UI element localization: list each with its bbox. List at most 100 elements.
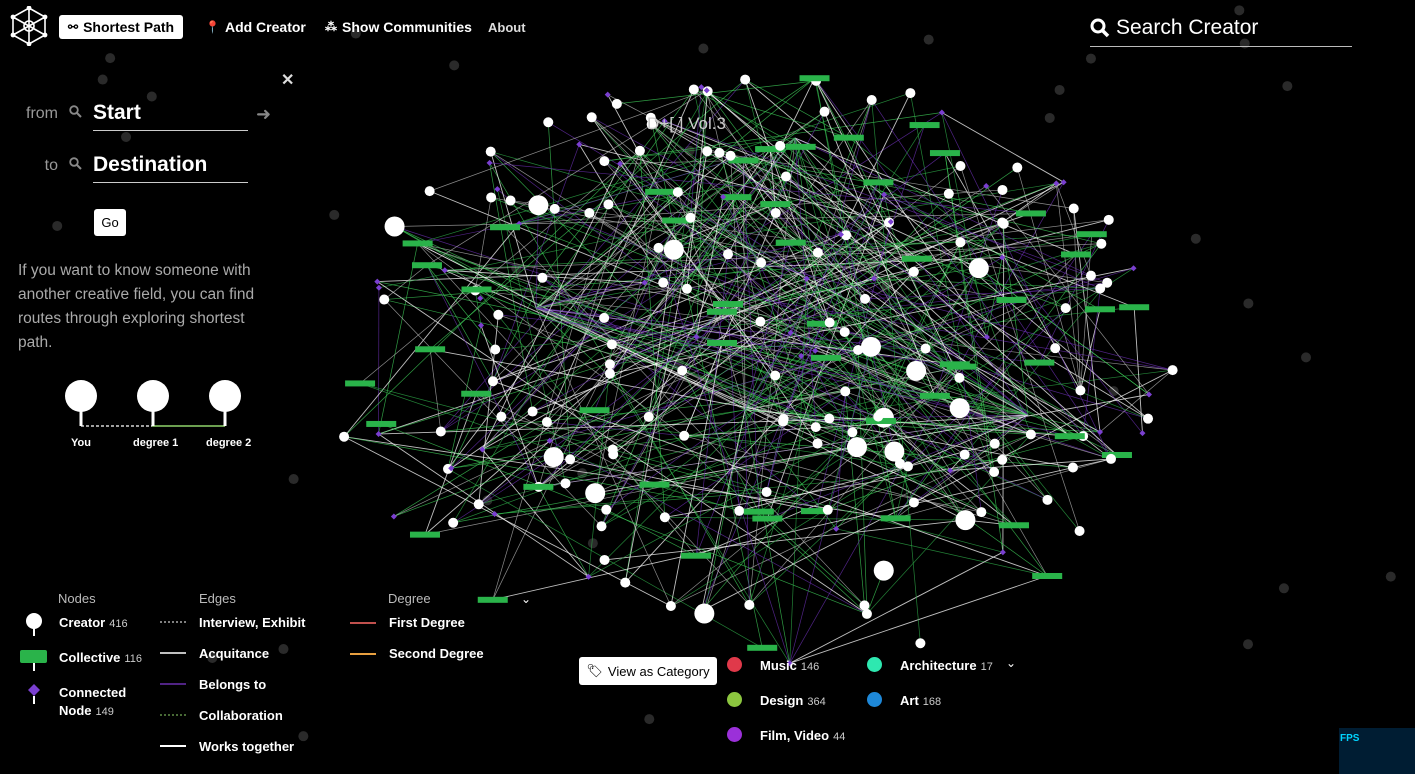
highlighted-node-label[interactable]: D+[ ] Vol.3 xyxy=(647,114,726,134)
creator-node[interactable] xyxy=(908,266,919,277)
add-creator-button[interactable]: 📍 Add Creator xyxy=(205,15,306,39)
legend-second-degree[interactable]: Second Degree xyxy=(389,646,484,661)
creator-node[interactable] xyxy=(1074,525,1085,536)
creator-node[interactable] xyxy=(596,521,607,532)
creator-node[interactable] xyxy=(839,326,850,337)
connected-node[interactable] xyxy=(938,109,945,116)
collective-node[interactable] xyxy=(1084,306,1115,313)
creator-node[interactable] xyxy=(976,507,987,518)
legend-edge-works-together[interactable]: Works together xyxy=(199,739,294,754)
creator-node[interactable] xyxy=(663,239,684,260)
creator-node[interactable] xyxy=(744,599,755,610)
creator-node[interactable] xyxy=(824,317,835,328)
creator-node[interactable] xyxy=(599,156,610,167)
go-button[interactable]: Go xyxy=(94,209,126,236)
creator-node[interactable] xyxy=(756,257,767,268)
legend-first-degree[interactable]: First Degree xyxy=(389,615,465,630)
collective-node[interactable] xyxy=(523,483,554,490)
creator-node[interactable] xyxy=(490,344,501,355)
creator-node[interactable] xyxy=(606,339,617,350)
collective-node[interactable] xyxy=(929,150,960,157)
creator-node[interactable] xyxy=(601,504,612,515)
creator-node[interactable] xyxy=(859,600,870,611)
creator-node[interactable] xyxy=(599,554,610,565)
creator-node[interactable] xyxy=(702,146,713,157)
creator-node[interactable] xyxy=(902,461,913,472)
creator-node[interactable] xyxy=(824,413,835,424)
collective-node[interactable] xyxy=(799,75,830,82)
chevron-down-icon[interactable]: ⌄ xyxy=(521,592,531,606)
creator-node[interactable] xyxy=(1103,214,1114,225)
creator-node[interactable] xyxy=(584,208,595,219)
creator-node[interactable] xyxy=(1102,277,1113,288)
collective-node[interactable] xyxy=(1024,359,1055,366)
connected-node[interactable] xyxy=(486,159,493,166)
view-as-category-button[interactable]: 🏷 View as Category xyxy=(579,657,717,685)
collective-node[interactable] xyxy=(743,508,774,515)
creator-node[interactable] xyxy=(611,98,622,109)
collective-node[interactable] xyxy=(996,296,1027,303)
collective-node[interactable] xyxy=(477,596,508,603)
creator-node[interactable] xyxy=(723,249,734,260)
creator-node[interactable] xyxy=(822,504,833,515)
creator-node[interactable] xyxy=(681,283,692,294)
shortest-path-button[interactable]: ⚯ Shortest Path xyxy=(59,15,184,39)
creator-node[interactable] xyxy=(493,309,504,320)
start-input[interactable] xyxy=(93,96,248,131)
creator-node[interactable] xyxy=(714,147,725,158)
creator-node[interactable] xyxy=(1025,429,1036,440)
creator-node[interactable] xyxy=(908,497,919,508)
creator-node[interactable] xyxy=(725,150,736,161)
creator-node[interactable] xyxy=(954,372,965,383)
collective-node[interactable] xyxy=(1061,251,1092,258)
creator-node[interactable] xyxy=(761,486,772,497)
creator-node[interactable] xyxy=(840,386,851,397)
collective-node[interactable] xyxy=(639,481,670,488)
collective-node[interactable] xyxy=(411,262,442,269)
creator-node[interactable] xyxy=(861,608,872,619)
creator-node[interactable] xyxy=(755,316,766,327)
legend-edge-collaboration[interactable]: Collaboration xyxy=(199,708,283,723)
chevron-down-icon[interactable]: ⌄ xyxy=(1006,656,1016,670)
creator-node[interactable] xyxy=(1068,203,1079,214)
legend-edge-interview[interactable]: Interview, Exhibit xyxy=(199,615,305,630)
creator-node[interactable] xyxy=(949,398,970,419)
creator-node[interactable] xyxy=(884,441,905,462)
creator-node[interactable] xyxy=(565,454,576,465)
creator-node[interactable] xyxy=(770,370,781,381)
creator-node[interactable] xyxy=(866,94,877,105)
collective-node[interactable] xyxy=(706,308,737,315)
collective-node[interactable] xyxy=(579,407,610,414)
creator-node[interactable] xyxy=(1096,238,1107,249)
creator-node[interactable] xyxy=(665,601,676,612)
creator-node[interactable] xyxy=(496,411,507,422)
creator-node[interactable] xyxy=(384,216,405,237)
creator-node[interactable] xyxy=(997,454,1008,465)
creator-node[interactable] xyxy=(620,577,631,588)
collective-node[interactable] xyxy=(366,420,397,427)
creator-node[interactable] xyxy=(696,606,707,617)
collective-node[interactable] xyxy=(880,515,911,522)
creator-node[interactable] xyxy=(688,84,699,95)
collective-node[interactable] xyxy=(490,224,521,231)
app-logo-icon[interactable] xyxy=(10,6,48,46)
connected-node[interactable] xyxy=(1060,179,1067,186)
creator-node[interactable] xyxy=(585,483,606,504)
creator-node[interactable] xyxy=(819,106,830,117)
connected-node[interactable] xyxy=(1130,265,1137,272)
creator-node[interactable] xyxy=(424,186,435,197)
collective-node[interactable] xyxy=(1054,433,1085,440)
creator-node[interactable] xyxy=(906,360,927,381)
category-music[interactable]: Music 146 xyxy=(760,658,819,673)
creator-node[interactable] xyxy=(943,188,954,199)
creator-node[interactable] xyxy=(541,417,552,428)
creator-node[interactable] xyxy=(435,426,446,437)
connected-node[interactable] xyxy=(999,549,1006,556)
creator-node[interactable] xyxy=(778,416,789,427)
creator-node[interactable] xyxy=(781,171,792,182)
creator-node[interactable] xyxy=(527,406,538,417)
collective-node[interactable] xyxy=(681,552,712,559)
about-link[interactable]: About xyxy=(488,15,526,39)
creator-node[interactable] xyxy=(1085,270,1096,281)
creator-node[interactable] xyxy=(989,467,1000,478)
